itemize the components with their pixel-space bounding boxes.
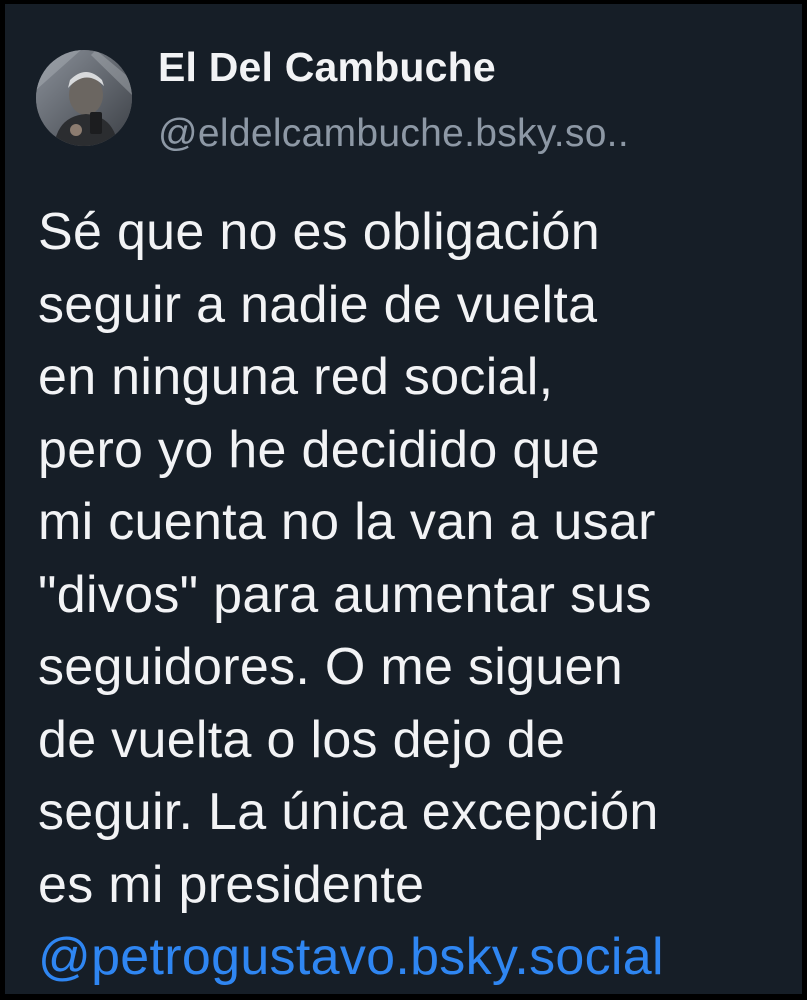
post-text-line: seguidores. O me siguen: [38, 638, 623, 696]
avatar[interactable]: [36, 50, 132, 146]
post-text-line: Sé que no es obligación: [38, 203, 600, 261]
post-text: Sé que no es obligación seguir a nadie d…: [38, 196, 798, 994]
post-text-line: pero yo he decidido que: [38, 420, 600, 479]
post-text-line: "divos" para aumentar sus: [38, 565, 652, 624]
avatar-photo-icon: [36, 50, 132, 146]
post-text-line: seguir a nadie de vuelta: [38, 275, 598, 334]
post-text-line: en ninguna red social,: [38, 348, 554, 406]
post-text-line: mi cuenta no la van a usar: [38, 493, 656, 551]
post-card: El Del Cambuche @eldelcambuche.bsky.so..…: [5, 4, 802, 994]
mention-link[interactable]: @petrogustavo.bsky.social: [38, 921, 798, 994]
post-text-line: es mi presidente: [38, 855, 425, 914]
author-display-name[interactable]: El Del Cambuche: [158, 44, 496, 91]
post-text-line: de vuelta o los dejo de: [38, 710, 566, 769]
post-text-line: seguir. La única excepción: [38, 783, 659, 841]
author-handle[interactable]: @eldelcambuche.bsky.so..: [158, 112, 629, 156]
